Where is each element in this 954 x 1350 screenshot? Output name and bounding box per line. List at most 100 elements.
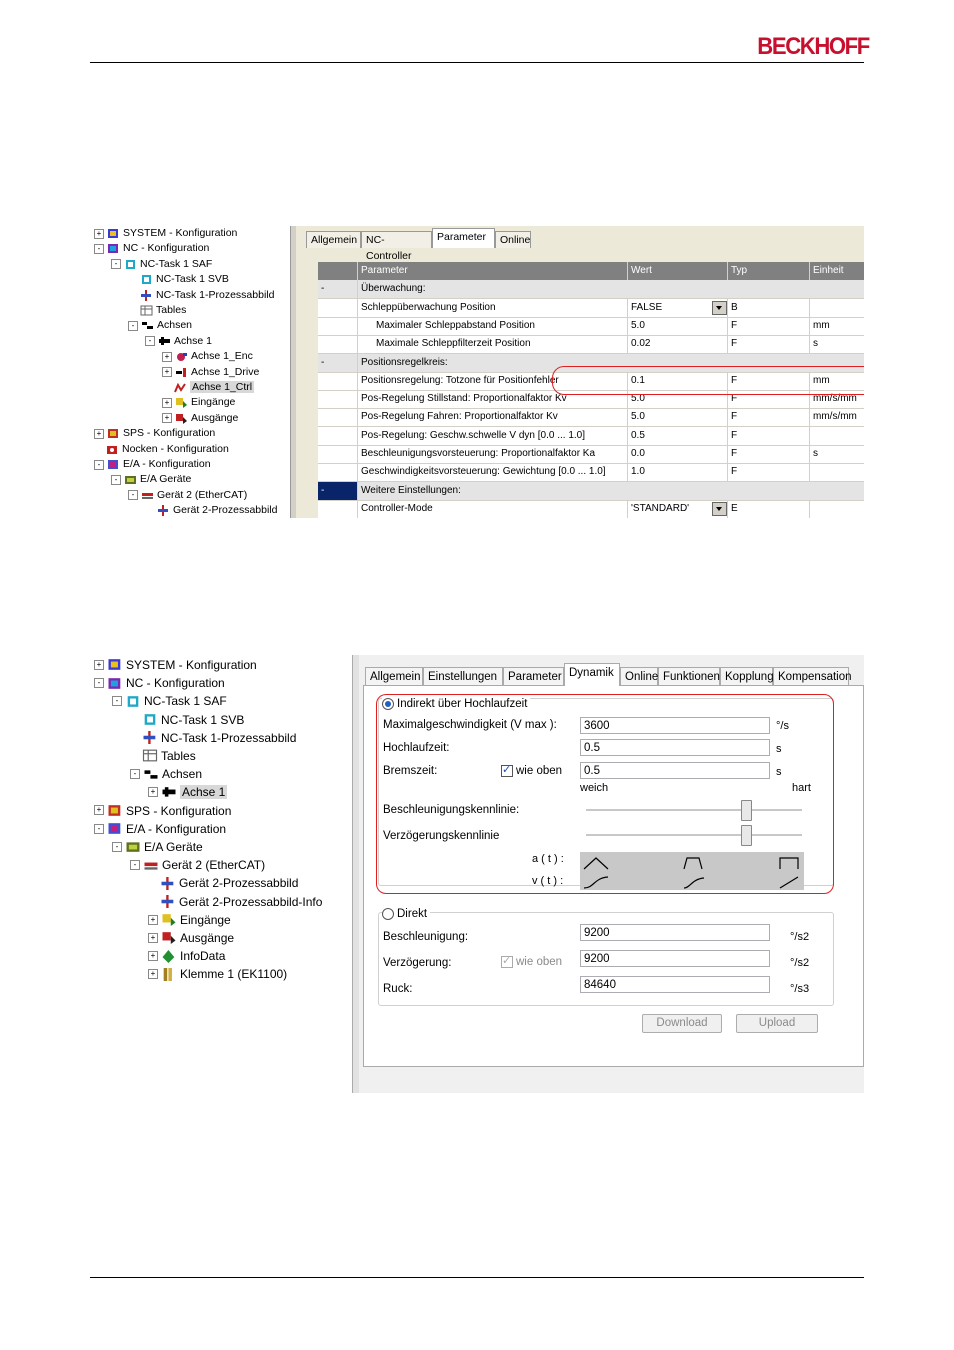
param-value[interactable]: 5.0 bbox=[628, 316, 728, 335]
grid-row[interactable]: Pos-Regelung Fahren: Proportionalfaktor … bbox=[318, 408, 864, 428]
tree-node[interactable]: - NC - Konfiguration bbox=[94, 673, 225, 691]
tree-node[interactable]: - Achse 1 bbox=[145, 334, 212, 349]
expand-icon[interactable]: + bbox=[148, 951, 158, 962]
upload-button[interactable]: Upload bbox=[736, 1014, 818, 1033]
dropdown-arrow-icon[interactable] bbox=[712, 300, 727, 315]
tab-parameter[interactable]: Parameter bbox=[503, 667, 564, 686]
section-toggle[interactable]: - bbox=[318, 280, 358, 299]
tree-node[interactable]: + Klemme 1 (EK1100) bbox=[148, 964, 287, 982]
tree-node[interactable]: + Achse 1 bbox=[148, 782, 228, 800]
tree-node[interactable]: - NC-Task 1 SAF bbox=[112, 691, 227, 709]
grid-section-row[interactable]: - Weitere Einstellungen: bbox=[318, 481, 864, 501]
tab-einstellungen[interactable]: Einstellungen bbox=[423, 667, 503, 686]
param-value[interactable]: 0.02 bbox=[628, 335, 728, 354]
column-header[interactable]: Wert bbox=[628, 262, 728, 280]
tree-node[interactable]: Gerät 2-Prozessabbild-Info bbox=[148, 892, 322, 910]
tree-node[interactable]: - Achsen bbox=[130, 764, 202, 782]
tree-node[interactable]: NC-Task 1-Prozessabbild bbox=[130, 728, 296, 746]
tree-node[interactable]: + InfoData bbox=[148, 946, 225, 964]
direct-radio[interactable]: Direkt bbox=[382, 908, 431, 921]
grid-row[interactable]: Schleppüberwachung Position FALSE B bbox=[318, 298, 864, 318]
tree-node[interactable]: NC-Task 1-Prozessabbild bbox=[128, 288, 274, 303]
decel-same-checkbox[interactable]: wie oben bbox=[501, 954, 562, 968]
tab-nc-controller[interactable]: NC-Controller bbox=[361, 231, 432, 262]
tree-node[interactable]: + SPS - Konfiguration bbox=[94, 426, 215, 441]
expand-icon[interactable]: + bbox=[94, 228, 104, 239]
tab-allgemein[interactable]: Allgemein bbox=[365, 667, 423, 686]
tab-online[interactable]: Online bbox=[620, 667, 658, 686]
tree-node[interactable]: + Eingänge bbox=[162, 395, 235, 410]
tree-node[interactable]: - E/A Geräte bbox=[112, 837, 203, 855]
expand-icon[interactable]: + bbox=[148, 969, 158, 980]
tree-node[interactable]: - Achsen bbox=[128, 318, 192, 333]
collapse-icon[interactable]: - bbox=[128, 320, 138, 331]
expand-icon[interactable]: + bbox=[162, 351, 172, 362]
grid-row[interactable]: Pos-Regelung: Geschw.schwelle V dyn [0.0… bbox=[318, 426, 864, 446]
tree-node[interactable]: + Achse 1_Enc bbox=[162, 349, 253, 364]
collapse-icon[interactable]: - bbox=[130, 769, 140, 780]
expand-icon[interactable]: + bbox=[94, 428, 104, 439]
expand-icon[interactable]: + bbox=[94, 659, 104, 670]
tree-node[interactable]: - Gerät 2 (EtherCAT) bbox=[128, 488, 247, 503]
tab-kopplung[interactable]: Kopplung bbox=[720, 667, 774, 686]
jerk-input[interactable]: 84640 bbox=[580, 976, 770, 993]
grid-row[interactable]: Beschleunigungsvorsteuerung: Proportiona… bbox=[318, 445, 864, 464]
tree-node[interactable]: Tables bbox=[128, 303, 186, 318]
expand-icon[interactable]: + bbox=[162, 397, 172, 408]
param-value[interactable]: 1.0 bbox=[628, 463, 728, 482]
grid-section-row[interactable]: - Überwachung: bbox=[318, 280, 864, 300]
tree-node[interactable]: + SYSTEM - Konfiguration bbox=[94, 226, 237, 241]
expand-icon[interactable]: + bbox=[162, 413, 172, 424]
tree-node[interactable]: NC-Task 1 SVB bbox=[130, 710, 244, 728]
accel-input[interactable]: 9200 bbox=[580, 924, 770, 941]
column-header[interactable]: Einheit bbox=[810, 262, 864, 280]
tree-node[interactable]: - Gerät 2 (EtherCAT) bbox=[130, 855, 265, 873]
tab-dynamik[interactable]: Dynamik bbox=[564, 663, 620, 686]
collapse-icon[interactable]: - bbox=[94, 243, 104, 254]
tree-node[interactable]: - E/A - Konfiguration bbox=[94, 457, 211, 472]
grid-row[interactable]: Maximaler Schleppabstand Position 5.0 Fmm bbox=[318, 316, 864, 336]
download-button[interactable]: Download bbox=[642, 1014, 722, 1033]
collapse-icon[interactable]: - bbox=[112, 841, 122, 852]
tree-node[interactable]: + SPS - Konfiguration bbox=[94, 801, 231, 819]
tree-node[interactable]: Gerät 2-Prozessabbild bbox=[145, 503, 277, 518]
tree-node[interactable]: - NC - Konfiguration bbox=[94, 241, 209, 256]
collapse-icon[interactable]: - bbox=[145, 336, 155, 347]
section-toggle[interactable]: - bbox=[318, 481, 358, 500]
tree-node[interactable]: + Ausgänge bbox=[148, 928, 234, 946]
expand-icon[interactable]: + bbox=[148, 932, 158, 943]
tab-online[interactable]: Online bbox=[495, 231, 531, 248]
grid-row[interactable]: Controller-Mode 'STANDARD' E bbox=[318, 499, 864, 518]
tab-funktionen[interactable]: Funktionen bbox=[658, 667, 720, 686]
dropdown-arrow-icon[interactable] bbox=[712, 501, 727, 516]
grid-row[interactable]: Maximale Schleppfilterzeit Position 0.02 F… bbox=[318, 335, 864, 355]
tree-node[interactable]: Gerät 2-Prozessabbild bbox=[148, 873, 298, 891]
tree-node[interactable]: - E/A - Konfiguration bbox=[94, 819, 226, 837]
grid-row[interactable]: Geschwindigkeitsvorsteuerung: Gewichtung… bbox=[318, 463, 864, 483]
tab-allgemein[interactable]: Allgemein bbox=[306, 231, 361, 248]
tab-kompensation[interactable]: Kompensation bbox=[773, 667, 852, 686]
collapse-icon[interactable]: - bbox=[111, 474, 121, 485]
column-header[interactable]: Parameter bbox=[358, 262, 628, 280]
param-value[interactable]: 0.5 bbox=[628, 426, 728, 445]
collapse-icon[interactable]: - bbox=[94, 678, 104, 689]
tree-node[interactable]: NC-Task 1 SVB bbox=[128, 272, 229, 287]
expand-icon[interactable]: + bbox=[148, 914, 158, 925]
collapse-icon[interactable]: - bbox=[111, 259, 121, 270]
decel-input[interactable]: 9200 bbox=[580, 950, 770, 967]
tree-node[interactable]: + Ausgänge bbox=[162, 411, 238, 426]
expand-icon[interactable]: + bbox=[148, 787, 158, 798]
tree-node[interactable]: Nocken - Konfiguration bbox=[94, 442, 229, 457]
tree-node[interactable]: Achse 1_Ctrl bbox=[162, 380, 255, 395]
tree-node[interactable]: - NC-Task 1 SAF bbox=[111, 257, 212, 272]
tree-node[interactable]: + SYSTEM - Konfiguration bbox=[94, 655, 257, 673]
expand-icon[interactable]: + bbox=[162, 367, 172, 378]
tab-parameter[interactable]: Parameter bbox=[432, 228, 495, 248]
collapse-icon[interactable]: - bbox=[94, 823, 104, 834]
column-header[interactable]: Typ bbox=[728, 262, 810, 280]
expand-icon[interactable]: + bbox=[94, 805, 104, 816]
collapse-icon[interactable]: - bbox=[128, 490, 138, 501]
collapse-icon[interactable]: - bbox=[130, 860, 140, 871]
param-value[interactable]: 0.0 bbox=[628, 445, 728, 463]
tree-node[interactable]: + Eingänge bbox=[148, 910, 231, 928]
